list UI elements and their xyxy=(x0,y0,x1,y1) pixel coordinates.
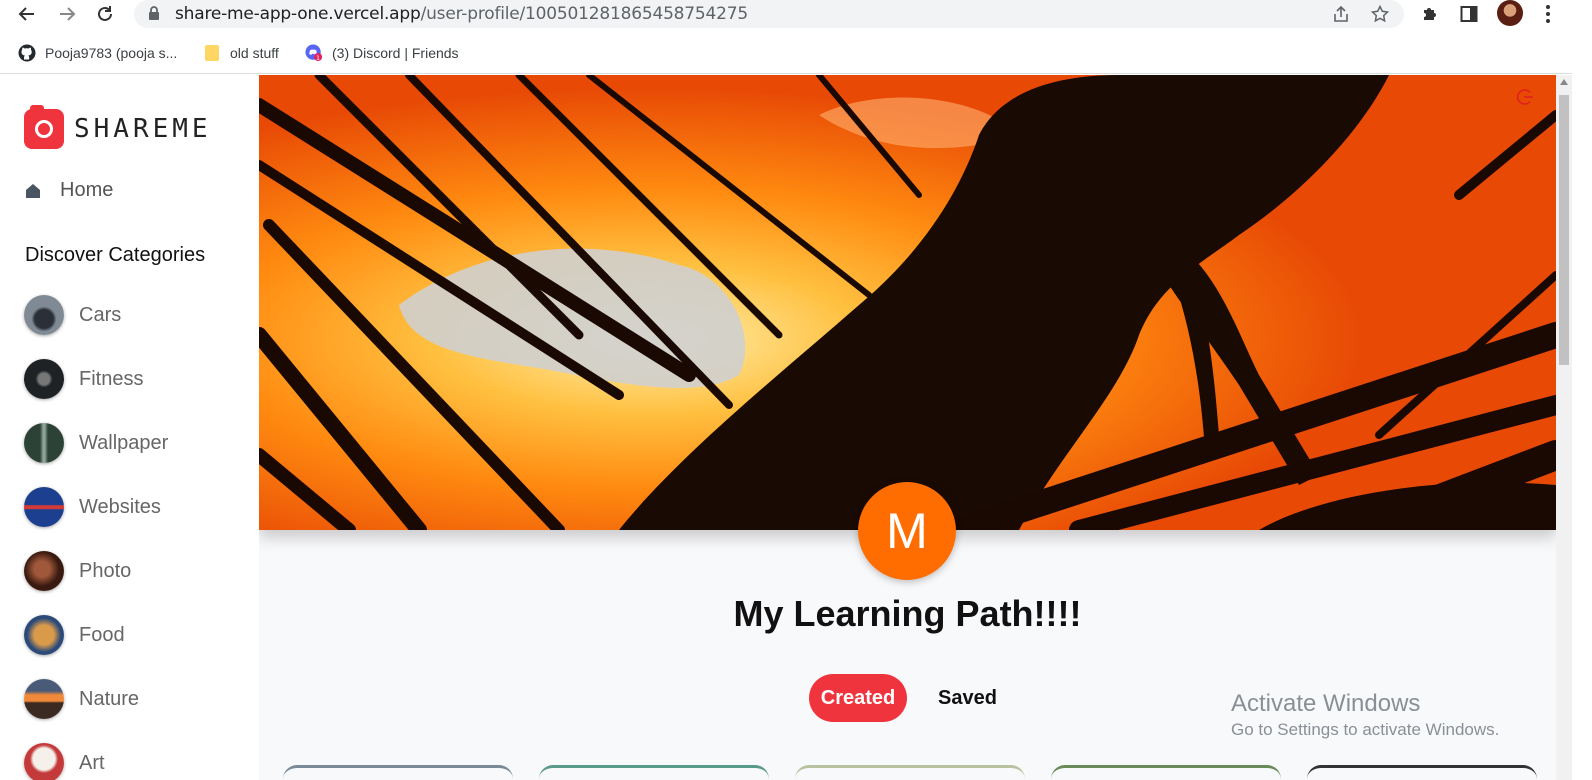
user-avatar: M xyxy=(858,482,956,580)
sidebar-item-nature[interactable]: Nature xyxy=(24,679,244,719)
reload-icon[interactable] xyxy=(93,2,117,26)
pin-card[interactable] xyxy=(1051,765,1281,780)
sidebar-item-wallpaper[interactable]: Wallpaper xyxy=(24,423,244,463)
category-thumbnail xyxy=(24,615,64,655)
bookmark-discord[interactable]: 1 (3) Discord | Friends xyxy=(305,42,459,64)
bookmark-old-stuff[interactable]: old stuff xyxy=(203,42,279,64)
sidebar-item-label: Wallpaper xyxy=(79,431,169,454)
star-icon[interactable] xyxy=(1370,4,1390,24)
kebab-menu-icon[interactable] xyxy=(1538,1,1558,27)
folder-icon xyxy=(203,44,221,62)
scroll-thumb[interactable] xyxy=(1559,95,1569,365)
discord-badge: 1 xyxy=(316,55,320,62)
forward-arrow-icon[interactable] xyxy=(55,2,79,26)
bookmark-github[interactable]: Pooja9783 (pooja s... xyxy=(18,42,177,64)
sidebar-item-fitness[interactable]: Fitness xyxy=(24,359,244,399)
pins-grid xyxy=(283,765,1543,780)
discord-icon: 1 xyxy=(305,44,323,62)
pin-card[interactable] xyxy=(539,765,769,780)
url-host: share-me-app-one.vercel.app xyxy=(175,4,421,24)
sidebar: SHAREME Home Discover Categories Cars Fi… xyxy=(0,75,259,780)
bookmark-label: Pooja9783 (pooja s... xyxy=(45,45,178,61)
browser-toolbar: share-me-app-one.vercel.app/user-profile… xyxy=(0,0,1592,32)
sidebar-item-home[interactable]: Home xyxy=(24,179,113,202)
window-edge xyxy=(1572,0,1592,780)
home-icon xyxy=(26,183,40,198)
url-path: /user-profile/100501281865458754275 xyxy=(420,4,749,24)
url-text[interactable]: share-me-app-one.vercel.app/user-profile… xyxy=(175,4,748,24)
profile-main: M My Learning Path!!!! Created Saved xyxy=(259,75,1556,780)
sidebar-item-label: Home xyxy=(60,179,114,201)
profile-banner-image xyxy=(259,75,1556,530)
share-icon[interactable] xyxy=(1331,4,1351,24)
sidebar-item-label: Websites xyxy=(79,495,161,518)
tab-saved[interactable]: Saved xyxy=(927,674,1008,722)
category-thumbnail xyxy=(24,359,64,399)
sidebar-item-label: Art xyxy=(79,751,105,774)
activate-windows-watermark: Activate Windows Go to Settings to activ… xyxy=(1231,690,1499,740)
sidebar-item-label: Fitness xyxy=(79,367,144,390)
tab-created[interactable]: Created xyxy=(809,674,907,722)
address-bar[interactable]: share-me-app-one.vercel.app/user-profile… xyxy=(134,0,1404,28)
category-thumbnail xyxy=(24,743,64,780)
sidebar-item-label: Food xyxy=(79,623,125,646)
sidebar-item-photo[interactable]: Photo xyxy=(24,551,244,591)
sidebar-item-label: Nature xyxy=(79,687,140,710)
page-scrollbar[interactable] xyxy=(1556,75,1572,780)
sidebar-item-cars[interactable]: Cars xyxy=(24,295,244,335)
camera-icon xyxy=(24,105,64,149)
pin-card[interactable] xyxy=(795,765,1025,780)
sidebar-item-art[interactable]: Art xyxy=(24,743,244,780)
lock-icon[interactable] xyxy=(148,6,160,26)
category-thumbnail xyxy=(24,423,64,463)
sidebar-item-label: Cars xyxy=(79,303,122,326)
watermark-subtitle: Go to Settings to activate Windows. xyxy=(1231,720,1500,739)
bookmarks-bar: Pooja9783 (pooja s... old stuff 1 (3) Di… xyxy=(0,32,1592,74)
category-thumbnail xyxy=(24,295,64,335)
shareme-logo[interactable]: SHAREME xyxy=(24,105,212,149)
logout-icon[interactable] xyxy=(1516,88,1534,106)
extensions-puzzle-icon[interactable] xyxy=(1418,2,1442,26)
pin-card[interactable] xyxy=(283,765,513,780)
back-arrow-icon[interactable] xyxy=(15,2,39,26)
pin-card[interactable] xyxy=(1307,765,1537,780)
brand-name: SHAREME xyxy=(74,114,212,144)
sidebar-item-label: Photo xyxy=(79,559,132,582)
sidebar-item-food[interactable]: Food xyxy=(24,615,244,655)
category-thumbnail xyxy=(24,551,64,591)
profile-tabs: Created Saved xyxy=(809,674,1008,722)
profile-avatar[interactable] xyxy=(1497,0,1523,26)
discover-categories-heading: Discover Categories xyxy=(25,244,206,266)
sunset-bird-photo xyxy=(259,75,1556,530)
category-thumbnail xyxy=(24,487,64,527)
user-name-heading: My Learning Path!!!! xyxy=(733,593,1082,634)
github-icon xyxy=(18,44,36,62)
category-thumbnail xyxy=(24,679,64,719)
bookmark-label: old stuff xyxy=(230,45,279,61)
sidebar-item-websites[interactable]: Websites xyxy=(24,487,244,527)
scroll-up-arrow-icon[interactable] xyxy=(1560,79,1568,85)
bookmark-label: (3) Discord | Friends xyxy=(332,45,459,61)
watermark-title: Activate Windows xyxy=(1231,690,1421,717)
side-panel-icon[interactable] xyxy=(1457,2,1481,26)
